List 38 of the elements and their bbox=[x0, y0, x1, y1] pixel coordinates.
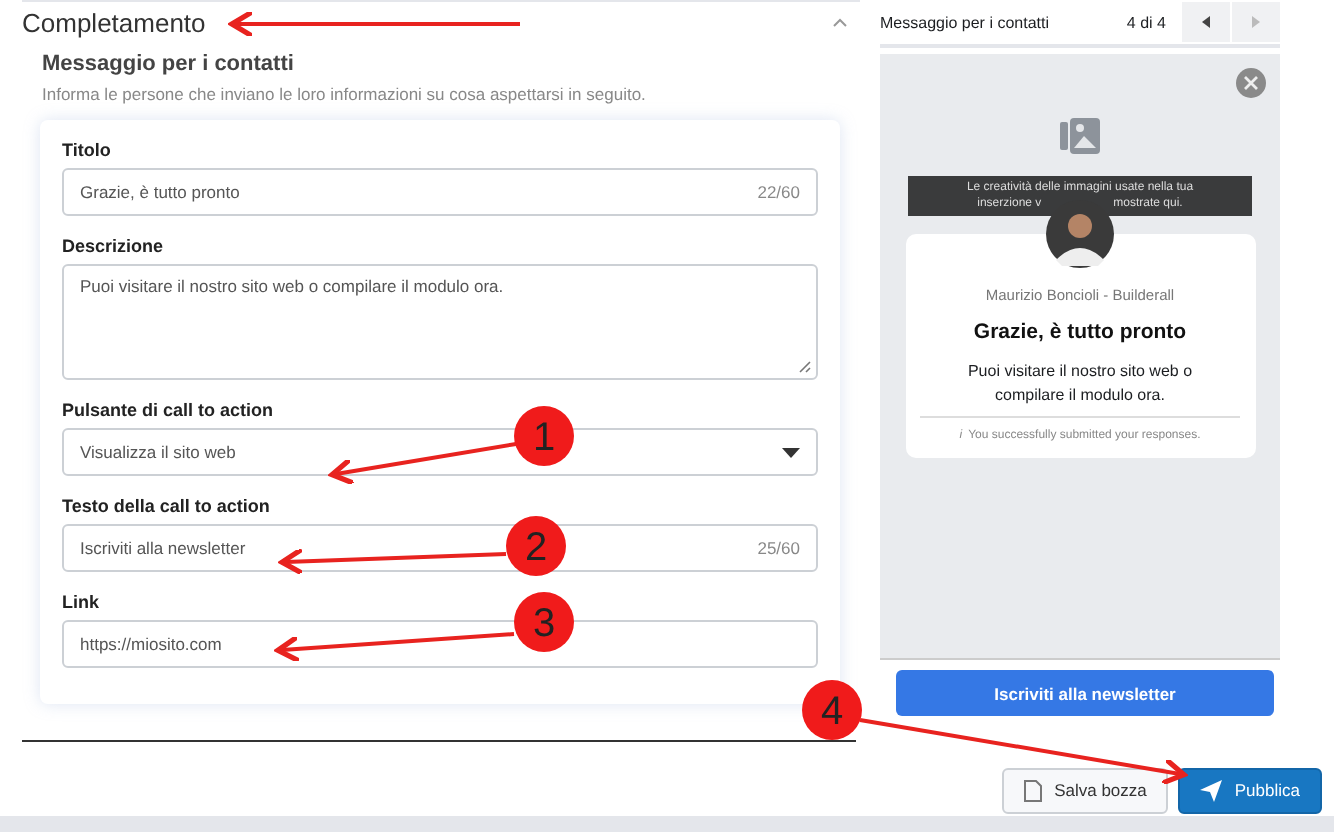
field-label: Descrizione bbox=[62, 236, 166, 256]
number-badge: 3 bbox=[514, 592, 574, 652]
number-badge: 4 bbox=[802, 680, 862, 740]
field-label: Titolo bbox=[62, 140, 113, 160]
paper-plane-icon bbox=[1200, 779, 1223, 801]
character-counter: 22/60 bbox=[757, 182, 800, 202]
number-badge: 2 bbox=[506, 516, 566, 576]
field-value: Iscriviti alla newsletter bbox=[80, 538, 246, 558]
field-label: Link bbox=[62, 592, 102, 612]
preview-title: Messaggio per i contatti bbox=[880, 13, 1051, 31]
previous-button[interactable] bbox=[1182, 2, 1230, 42]
close-icon[interactable] bbox=[1236, 68, 1266, 98]
field-value: Grazie, è tutto pronto bbox=[80, 182, 240, 202]
field-value: https://miosito.com bbox=[80, 634, 222, 654]
left-caret-icon bbox=[1202, 16, 1210, 28]
subsection-title: Messaggio per i contatti bbox=[42, 52, 296, 76]
document-icon bbox=[1024, 779, 1043, 801]
caret-icon bbox=[782, 447, 800, 457]
chevron-icon[interactable] bbox=[832, 16, 848, 28]
resize-handle-icon[interactable] bbox=[798, 360, 812, 374]
input-field[interactable]: Grazie, è tutto pronto 22/60 bbox=[62, 168, 818, 216]
number-badge: 1 bbox=[514, 406, 574, 466]
save-draft-button[interactable]: Salva bozza bbox=[1002, 767, 1169, 813]
right-caret-icon bbox=[1252, 16, 1260, 28]
cta-button[interactable]: Iscriviti alla newsletter bbox=[896, 670, 1274, 716]
message-headline: Grazie, è tutto pronto bbox=[973, 320, 1187, 344]
page-counter: 4 di 4 bbox=[1126, 13, 1166, 31]
character-counter: 25/60 bbox=[757, 538, 800, 558]
field-label: Pulsante di call to action bbox=[62, 400, 276, 420]
textarea-field[interactable]: Puoi visitare il nostro sito web o compilare il modulo ora. bbox=[62, 264, 818, 380]
publish-button[interactable]: Pubblica bbox=[1178, 767, 1322, 813]
field-value: Visualizza il sito web bbox=[80, 442, 236, 462]
message-body: Puoi visitare il nostro sito web o compilare il modulo ora. bbox=[965, 360, 1195, 407]
section-title: Completamento bbox=[22, 7, 206, 37]
field-label: Testo della call to action bbox=[62, 496, 272, 516]
subsection-description: Informa le persone che inviano le loro informazioni su cosa aspettarsi in seguito. bbox=[42, 84, 648, 104]
image-icon bbox=[1060, 118, 1100, 154]
field-value: Puoi visitare il nostro sito web o compilare il modulo ora. bbox=[80, 276, 504, 296]
